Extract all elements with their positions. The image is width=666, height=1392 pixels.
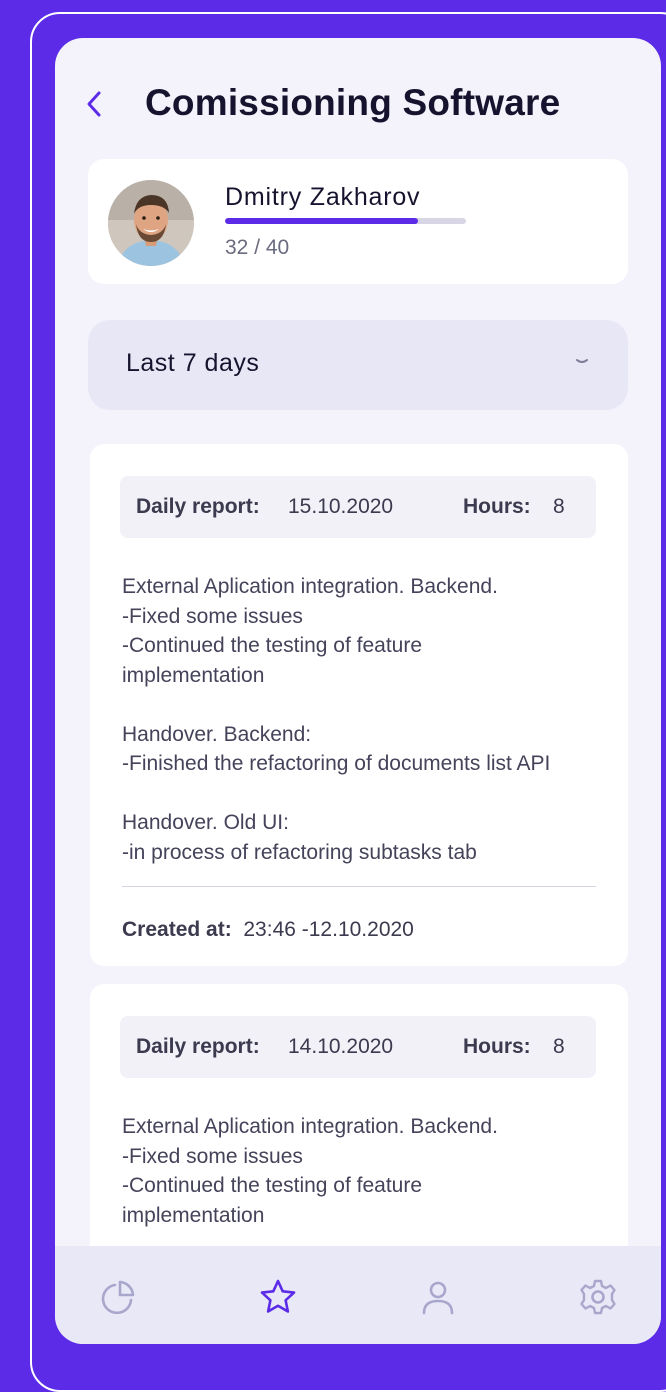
report-date-label: Daily report: bbox=[136, 495, 260, 518]
report-hours-label: Hours: bbox=[463, 1035, 531, 1058]
chevron-left-icon bbox=[87, 91, 101, 117]
divider bbox=[122, 886, 596, 887]
user-name: Dmitry Zakharov bbox=[225, 183, 421, 211]
header: Comissioning Software bbox=[55, 38, 661, 158]
created-label: Created at: bbox=[122, 918, 232, 941]
tab-settings[interactable] bbox=[578, 1277, 618, 1317]
avatar bbox=[108, 180, 194, 266]
report-line: -Fixed some issues bbox=[122, 604, 303, 628]
report-line: Handover. Backend: bbox=[122, 722, 312, 746]
report-date: 14.10.2020 bbox=[288, 1035, 394, 1058]
report-line: -Continued the testing of feature bbox=[122, 1174, 423, 1197]
report-body: External Aplication integration. Backend… bbox=[122, 1112, 612, 1230]
report-line: implementation bbox=[122, 663, 265, 687]
star-icon bbox=[260, 1279, 296, 1313]
report-created-at: Created at: 23:46 -12.10.2020 bbox=[122, 918, 414, 942]
user-icon bbox=[422, 1281, 454, 1315]
bottom-tab-bar bbox=[55, 1246, 661, 1344]
report-line: Handover. Old UI: bbox=[122, 811, 289, 834]
report-header: Daily report: 15.10.2020 Hours: 8 bbox=[120, 476, 596, 538]
tab-statistics[interactable] bbox=[98, 1277, 138, 1317]
created-value: 23:46 -12.10.2020 bbox=[243, 918, 414, 941]
back-button[interactable] bbox=[81, 88, 107, 120]
report-hours: 8 bbox=[553, 495, 565, 518]
report-date-label: Daily report: bbox=[136, 1035, 260, 1058]
app-screen: Comissioning Software Dmitry Zakharov 32… bbox=[55, 38, 661, 1344]
page-title: Comissioning Software bbox=[145, 82, 561, 123]
hours-progress-bar bbox=[225, 218, 466, 224]
hours-progress-text: 32 / 40 bbox=[225, 236, 290, 259]
report-line: -Fixed some issues bbox=[122, 1144, 303, 1168]
report-line: External Aplication integration. Backend… bbox=[122, 575, 498, 598]
hours-progress-fill bbox=[225, 218, 418, 224]
report-hours-label: Hours: bbox=[463, 495, 531, 518]
date-range-value: Last 7 days bbox=[126, 349, 260, 377]
report-card[interactable]: Daily report: 15.10.2020 Hours: 8 Extern… bbox=[90, 444, 628, 966]
report-hours: 8 bbox=[553, 1035, 565, 1058]
date-range-select[interactable]: Last 7 days bbox=[88, 320, 628, 410]
settings-gear-icon bbox=[580, 1279, 616, 1315]
profile-card[interactable]: Dmitry Zakharov 32 / 40 bbox=[88, 159, 628, 284]
report-body: External Aplication integration. Backend… bbox=[122, 572, 612, 867]
report-date: 15.10.2020 bbox=[288, 495, 394, 518]
report-line: External Aplication integration. Backend… bbox=[122, 1115, 498, 1138]
report-line: -in process of refactoring subtasks tab bbox=[122, 840, 477, 864]
tab-profile[interactable] bbox=[418, 1277, 458, 1317]
chevron-down-icon bbox=[576, 359, 588, 363]
report-line: implementation bbox=[122, 1203, 265, 1227]
tab-favorites[interactable] bbox=[258, 1277, 298, 1317]
report-line: -Finished the refactoring of documents l… bbox=[122, 752, 551, 775]
report-line: -Continued the testing of feature bbox=[122, 634, 423, 657]
report-header: Daily report: 14.10.2020 Hours: 8 bbox=[120, 1016, 596, 1078]
pie-chart-icon bbox=[101, 1280, 135, 1315]
